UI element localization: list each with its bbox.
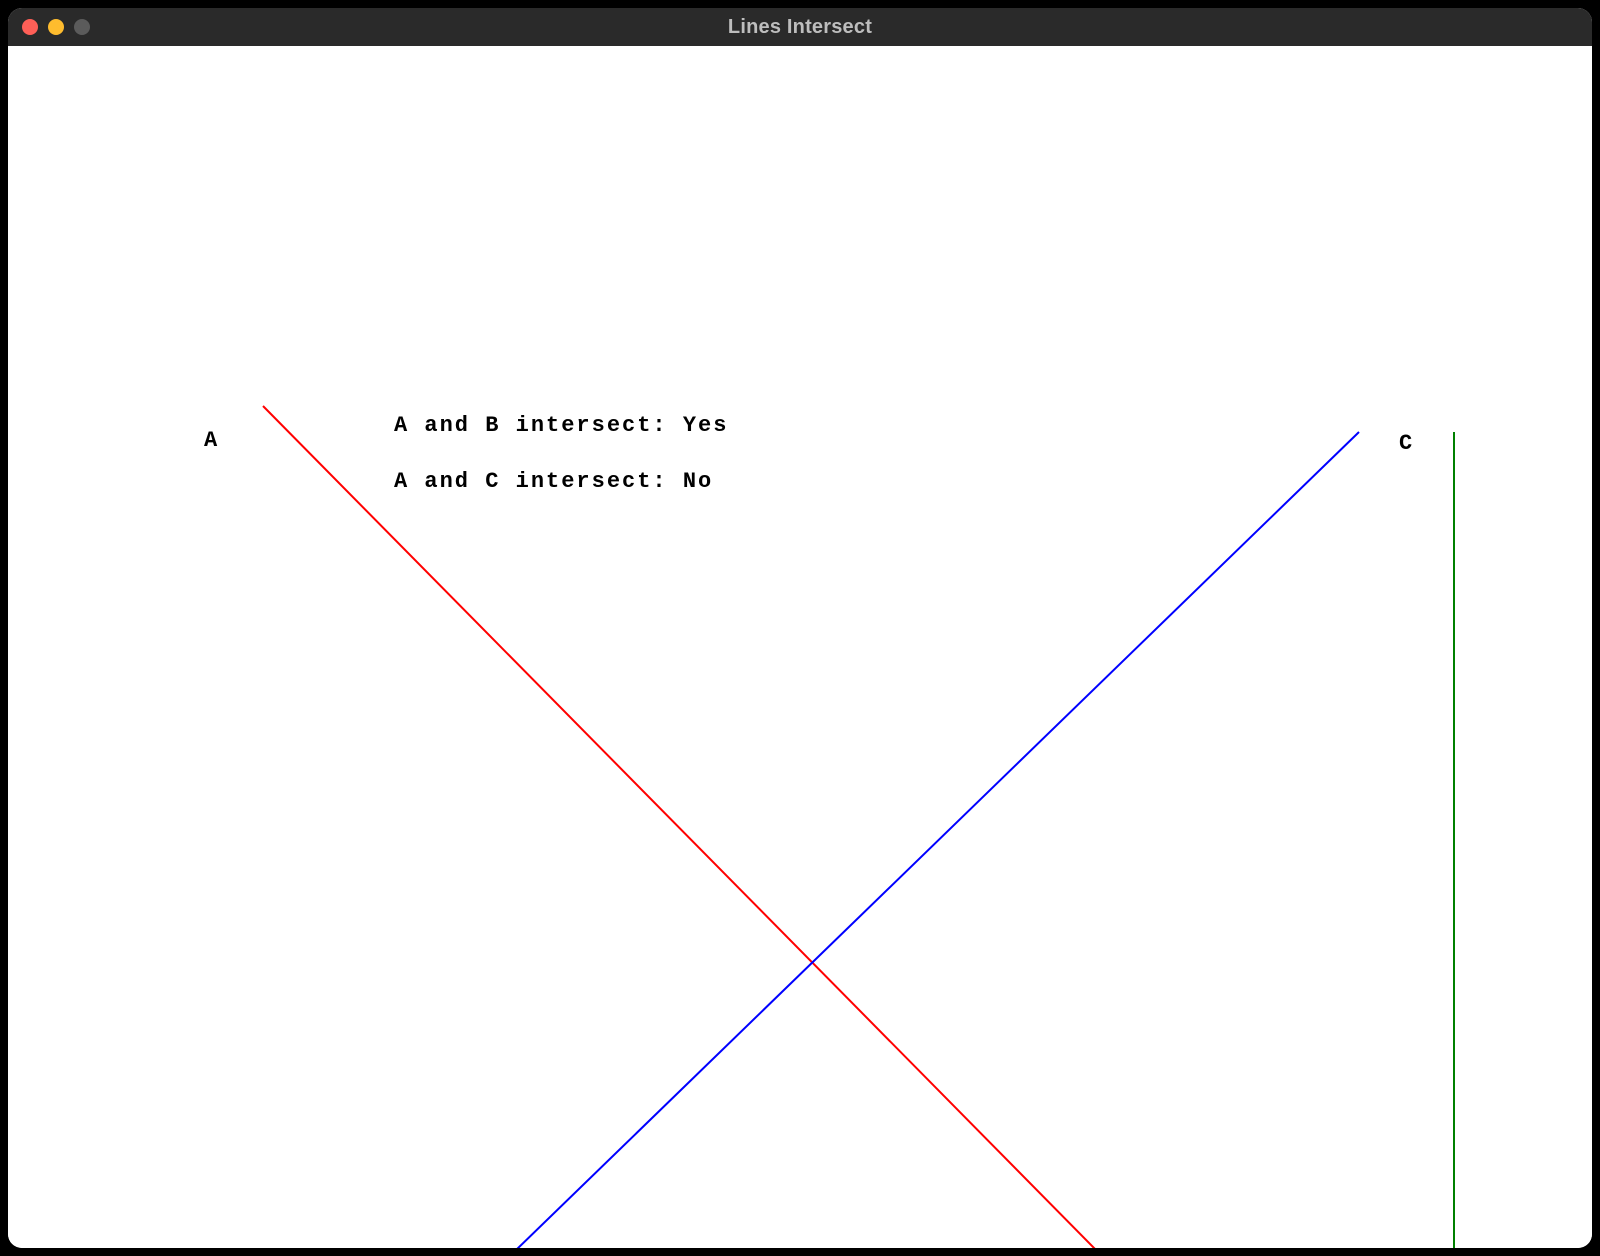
canvas-area: A B C A and B intersect: Yes A and C int… (8, 46, 1592, 1248)
close-icon[interactable] (22, 19, 38, 35)
label-c: C (1399, 431, 1414, 456)
app-window: Lines Intersect A B C A and B intersect:… (8, 8, 1592, 1248)
line-b (278, 432, 1359, 1248)
lines-svg (8, 46, 1592, 1248)
status-ac: A and C intersect: No (394, 469, 713, 494)
status-ab: A and B intersect: Yes (394, 413, 728, 438)
minimize-icon[interactable] (48, 19, 64, 35)
titlebar: Lines Intersect (8, 8, 1592, 46)
label-a: A (204, 428, 219, 453)
line-a (263, 406, 1324, 1248)
zoom-icon (74, 19, 90, 35)
window-title: Lines Intersect (8, 16, 1592, 39)
window-controls (22, 19, 90, 35)
